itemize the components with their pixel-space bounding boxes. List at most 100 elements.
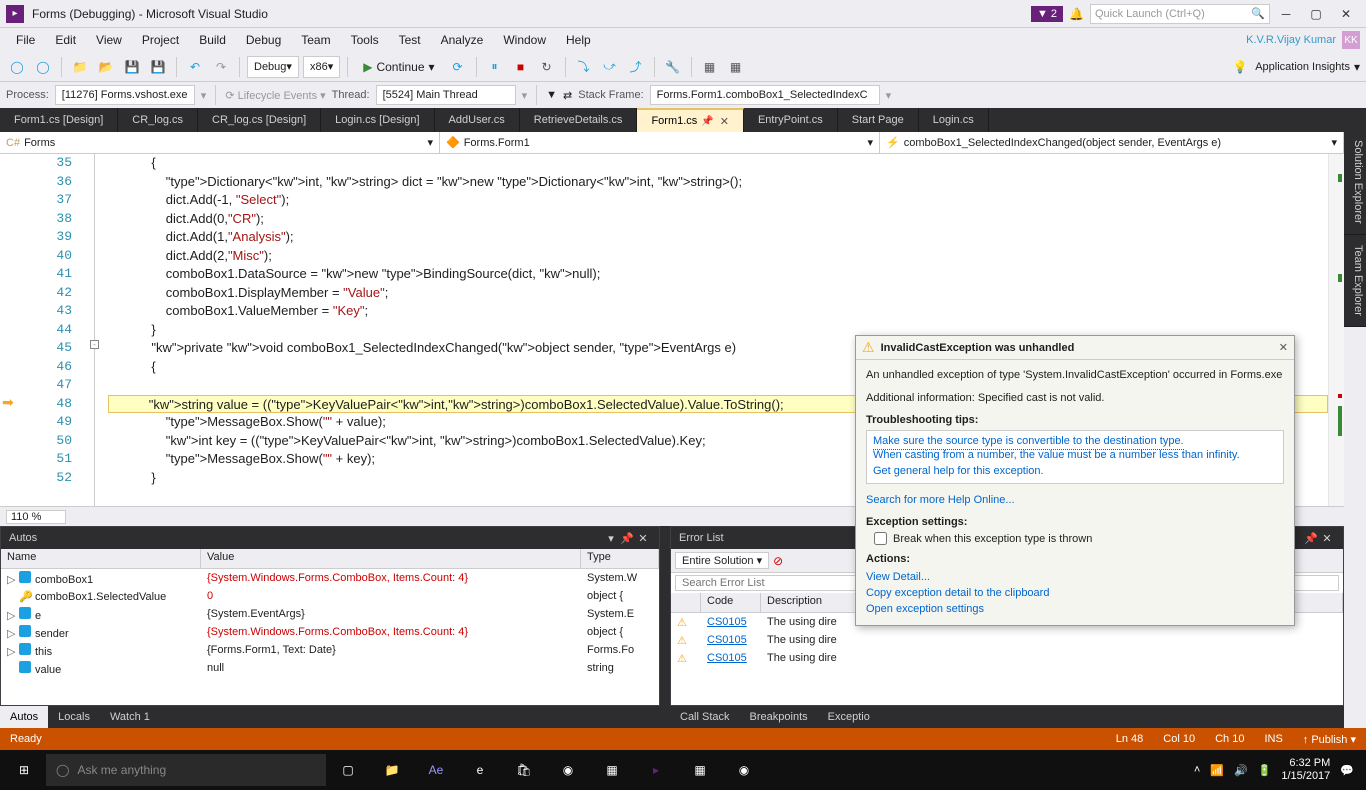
btab-locals[interactable]: Locals [48,706,100,728]
minimize-button[interactable]: ─ [1272,4,1300,24]
layout-icon[interactable]: ▦ [699,56,721,78]
task-explorer-icon[interactable]: 📁 [370,750,414,790]
refresh-button[interactable]: ⟳ [447,56,469,78]
tools-icon[interactable]: 🔧 [662,56,684,78]
menu-help[interactable]: Help [556,31,601,49]
start-button[interactable]: ⊞ [2,750,46,790]
zoom-dropdown[interactable]: 110 % [6,510,66,524]
menu-team[interactable]: Team [291,31,340,49]
user-name[interactable]: K.V.R.Vijay Kumar [1246,34,1336,46]
fold-column[interactable]: - [90,154,108,506]
action-open-settings[interactable]: Open exception settings [866,601,1284,617]
breakpoint-margin[interactable]: ➡ [0,154,20,506]
layout2-icon[interactable]: ▦ [725,56,747,78]
stop-button[interactable]: ■ [510,56,532,78]
btab-exception[interactable]: Exceptio [818,706,880,728]
pause-button[interactable]: ⏸ [484,56,506,78]
panel-close-icon[interactable]: ✕ [1319,532,1335,545]
tab-adduser[interactable]: AddUser.cs [435,108,520,132]
tab-startpage[interactable]: Start Page [838,108,919,132]
close-tab-icon[interactable]: ✕ [720,115,729,128]
btab-breakpoints[interactable]: Breakpoints [740,706,818,728]
status-publish[interactable]: ↑ Publish ▾ [1303,733,1356,746]
menu-window[interactable]: Window [493,31,556,49]
tab-crlog[interactable]: CR_log.cs [118,108,198,132]
search-help-link[interactable]: Search for more Help Online... [866,492,1284,508]
error-row[interactable]: ⚠CS0105The using dire [671,631,1343,649]
task-app-icon[interactable]: ▦ [590,750,634,790]
open-button[interactable]: 📂 [95,56,117,78]
error-scope-dropdown[interactable]: Entire Solution ▾ [675,552,769,569]
btab-callstack[interactable]: Call Stack [670,706,740,728]
nav-member[interactable]: ⚡comboBox1_SelectedIndexChanged(object s… [880,132,1344,153]
app-insights-icon[interactable]: 💡 [1229,56,1251,78]
notifications-icon[interactable]: 🔔 [1069,7,1084,21]
app-insights-label[interactable]: Application Insights [1255,61,1350,73]
autos-row[interactable]: ▷sender{System.Windows.Forms.ComboBox, I… [1,623,659,641]
btab-watch[interactable]: Watch 1 [100,706,160,728]
tab-login[interactable]: Login.cs [919,108,989,132]
feedback-button[interactable]: ▼ 2 [1031,6,1063,22]
system-tray[interactable]: ˄ 📶 🔊 🔋 6:32 PM 1/15/2017 💬 [1194,757,1364,783]
task-app2-icon[interactable]: ▦ [678,750,722,790]
tray-battery-icon[interactable]: 🔋 [1258,764,1272,777]
swap-icon[interactable]: ⇄ [563,89,572,102]
redo-button[interactable]: ↷ [210,56,232,78]
task-ae-icon[interactable]: Ae [414,750,458,790]
undo-button[interactable]: ↶ [184,56,206,78]
menu-debug[interactable]: Debug [236,31,291,49]
tab-entrypoint[interactable]: EntryPoint.cs [744,108,838,132]
break-checkbox[interactable]: Break when this exception type is thrown [874,532,1284,545]
team-explorer-tab[interactable]: Team Explorer [1344,235,1366,327]
panel-close-icon[interactable]: ✕ [635,532,651,545]
step-over-button[interactable]: ⤻ [599,56,621,78]
task-edge-icon[interactable]: e [458,750,502,790]
action-copy[interactable]: Copy exception detail to the clipboard [866,585,1284,601]
step-into-button[interactable]: ⤵ [573,56,595,78]
tip-link-0[interactable]: Make sure the source type is convertible… [873,433,1184,450]
restart-button[interactable]: ↻ [536,56,558,78]
tab-form1-active[interactable]: Form1.cs📌✕ [637,108,744,132]
popup-close-button[interactable]: ✕ [1279,341,1288,354]
break-checkbox-input[interactable] [874,532,887,545]
autos-row[interactable]: ▷comboBox1{System.Windows.Forms.ComboBox… [1,569,659,587]
step-out-button[interactable]: ⤴ [625,56,647,78]
menu-edit[interactable]: Edit [45,31,86,49]
thread-dropdown[interactable]: [5524] Main Thread [376,85,516,105]
clock[interactable]: 6:32 PM 1/15/2017 [1281,757,1330,783]
panel-dropdown-icon[interactable]: ▾ [603,532,619,545]
fold-box-icon[interactable]: - [90,340,99,349]
tip-link-2[interactable]: Get general help for this exception. [873,463,1277,479]
tab-crlog-design[interactable]: CR_log.cs [Design] [198,108,321,132]
tray-up-icon[interactable]: ˄ [1194,764,1200,776]
process-dropdown[interactable]: [11276] Forms.vshost.exe [55,85,195,105]
task-chrome-icon[interactable]: ◉ [546,750,590,790]
task-view-icon[interactable]: ▢ [326,750,370,790]
solution-explorer-tab[interactable]: Solution Explorer [1344,130,1366,235]
task-store-icon[interactable]: 🛍 [502,750,546,790]
error-count-icon[interactable]: ⊘ [773,554,783,568]
menu-view[interactable]: View [86,31,132,49]
overview-ruler[interactable] [1328,154,1344,506]
panel-pin-icon[interactable]: 📌 [1303,532,1319,545]
menu-project[interactable]: Project [132,31,189,49]
menu-analyze[interactable]: Analyze [431,31,494,49]
user-avatar[interactable]: KK [1342,31,1360,49]
close-button[interactable]: ✕ [1332,4,1360,24]
panel-pin-icon[interactable]: 📌 [619,532,635,545]
autos-row[interactable]: ▷e{System.EventArgs}System.E [1,605,659,623]
tab-retrieve[interactable]: RetrieveDetails.cs [520,108,638,132]
tab-login-design[interactable]: Login.cs [Design] [321,108,434,132]
cortana-search[interactable]: ◯ Ask me anything [46,754,326,786]
tray-volume-icon[interactable]: 🔊 [1234,764,1248,777]
lifecycle-dropdown[interactable]: ⟳ Lifecycle Events ▾ [225,89,325,102]
maximize-button[interactable]: ▢ [1302,4,1330,24]
tab-form1-design[interactable]: Form1.cs [Design] [0,108,118,132]
autos-row[interactable]: valuenullstring [1,659,659,677]
tip-link-1[interactable]: When casting from a number, the value mu… [873,447,1277,463]
new-project-button[interactable]: 📁 [69,56,91,78]
filter-icon[interactable]: ▼ [546,89,557,101]
menu-file[interactable]: File [6,31,45,49]
nav-scope[interactable]: C#Forms▾ [0,132,440,153]
action-center-icon[interactable]: 💬 [1340,764,1354,777]
